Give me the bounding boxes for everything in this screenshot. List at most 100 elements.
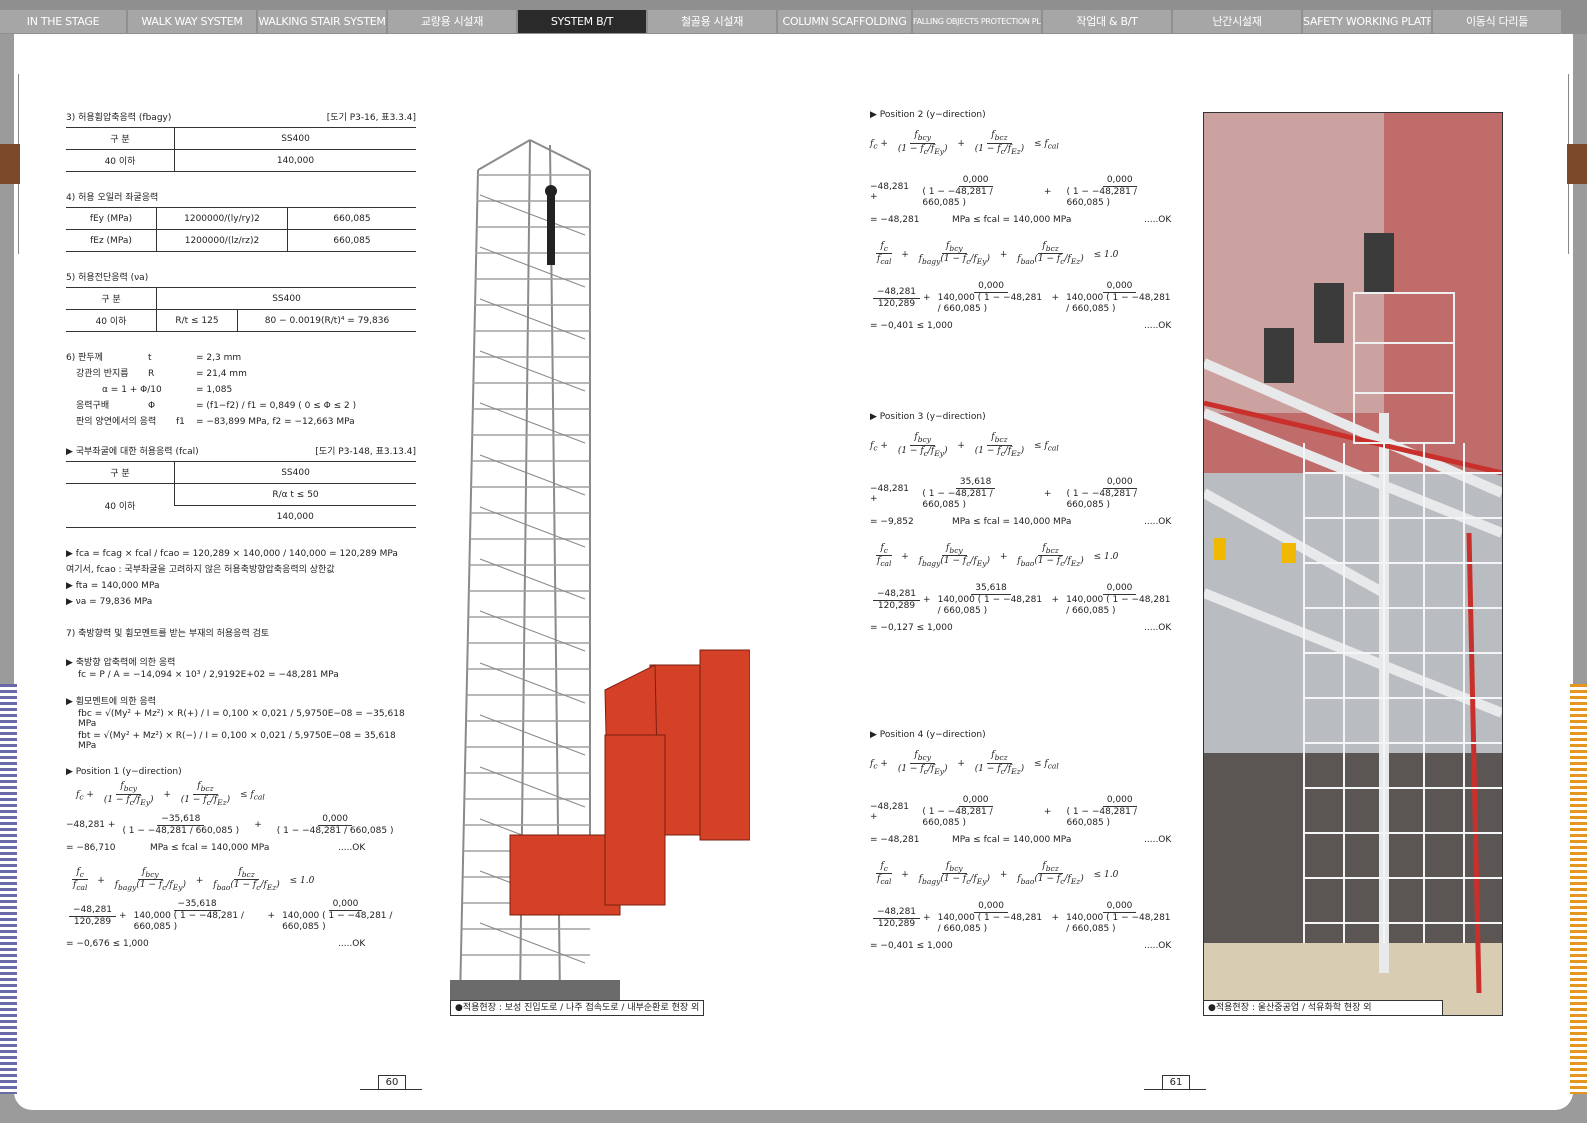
numerator: −35,618 [173, 899, 221, 912]
numerator: 0,000 [1102, 477, 1137, 489]
result-value: = −0,401 ≤ 1,000 [870, 941, 953, 952]
table-cell: 660,085 [287, 207, 416, 230]
result-value: = −48,281 [870, 834, 920, 845]
ok-label: .....OK [1144, 214, 1172, 225]
photo-building-scaffold [1203, 112, 1503, 1016]
table-cell: fEy (MPa) [66, 207, 157, 230]
check1-line: −48,281 + 35,618( 1 − −48,281 / 660,085 … [870, 476, 1137, 510]
table-cell: 40 이하 [66, 309, 157, 332]
table-cell: R/α t ≤ 50 [174, 483, 416, 506]
table-reference: [도기 P3-16, 표3.3.4] [326, 113, 416, 123]
table-local-buckling: 구 분 SS400 40 이하 R/α t ≤ 50 140,000 [66, 461, 416, 528]
table-cell: 구 분 [66, 287, 157, 310]
tab-11[interactable]: 이동식 다리들 [1433, 10, 1561, 33]
check1-line: −48,281 + 0,000( 1 − −48,281 / 660,085 )… [870, 794, 1137, 828]
tab-4[interactable]: SYSTEM B/T [518, 10, 646, 33]
result-value: = −0,676 ≤ 1,000 [66, 939, 149, 950]
check2-line: −48,281 120,289 + 35,618 140,000 ( 1 − −48,… [870, 583, 1180, 617]
note-line: 여기서, fcao : 국부좌굴을 고려하지 않은 허용축방향압축응력의 상한값 [66, 565, 335, 575]
numerator: 0,000 [1102, 175, 1137, 187]
check2-result: = −0,127 ≤ 1,000 .....OK [870, 623, 1180, 633]
check2-line: −48,281 120,289 + −35,618 140,000 ( 1 − −48… [66, 899, 416, 933]
ok-label: .....OK [1144, 834, 1172, 845]
interaction-formula: fc + fbcy (1 − fc/fEy) + fbcz (1 − fc/fEz)… [76, 781, 265, 807]
table-cell: 140,000 [174, 505, 416, 528]
param-symbol: t [148, 353, 152, 363]
param-label: 6) 판두께 [66, 353, 103, 363]
position-title: ▶ Position 4 (y−direction) [870, 730, 986, 740]
fc-inline: −48,281 [1091, 806, 1131, 817]
ok-label: .....OK [1144, 516, 1172, 527]
tab-1[interactable]: WALK WAY SYSTEM [128, 10, 256, 33]
check2-result: = −0,401 ≤ 1,000 .....OK [870, 321, 1180, 331]
table-cell: SS400 [156, 287, 416, 310]
numerator: −48,281 [873, 589, 921, 601]
top-nav: IN THE STAGE WALK WAY SYSTEM WALKING STAIR… [0, 0, 1587, 34]
table-cell: 80 − 0.0019(R/t)⁴ = 79,836 [237, 309, 416, 332]
check1-result: = −48,281 MPa ≤ fcal = 140,000 MPa .....OK [870, 215, 1180, 225]
result-limit: MPa ≤ fcal = 140,000 MPa [952, 516, 1072, 527]
fc-value: −48,281 + [870, 801, 910, 822]
check1-line: −48,281 + −35,618( 1 − −48,281 / 660,085… [66, 813, 394, 836]
param-label: 판의 양연에서의 응력 [76, 417, 157, 427]
page-rule [1144, 1089, 1206, 1090]
caption-right-photo: ●적용현장 : 울산중공업 / 석유화학 현장 외 [1203, 1000, 1443, 1016]
section-title: 3) 허용휨압축응력 (fbagy) [66, 113, 172, 123]
check1-line: −48,281 + 0,000( 1 − −48,281 / 660,085 )… [870, 174, 1137, 208]
fe-inline: 660,085 [1066, 817, 1104, 828]
param-label: 강관의 반지름 [76, 369, 129, 379]
tab-6[interactable]: COLUMN SCAFFOLDING [778, 10, 911, 33]
table-cell: 140,000 [174, 149, 416, 172]
interaction-formula: fc + fbcy (1 − fc/fEy) + fbcz (1 − fc/fEz)… [870, 130, 1059, 156]
tab-0[interactable]: IN THE STAGE [0, 10, 126, 33]
fc-value: −48,281 + [870, 483, 910, 504]
param-symbol: R [148, 369, 155, 379]
table-cell: R/t ≤ 125 [156, 309, 238, 332]
tab-10[interactable]: SAFETY WORKING PLATFORM [1303, 10, 1431, 33]
result-value: = −0,127 ≤ 1,000 [870, 623, 953, 634]
section-title: 5) 허용전단응력 (νa) [66, 273, 149, 283]
denominator-prefix: 140,000 ( 1 − [1066, 293, 1129, 304]
ok-label: .....OK [1144, 941, 1172, 952]
result-value: = −86,710 [66, 842, 116, 853]
fc-inline: −48,281 [947, 806, 987, 817]
param-value: = 21,4 mm [196, 369, 247, 379]
deco-image [0, 144, 20, 184]
tab-5[interactable]: 철골용 시설재 [648, 10, 776, 33]
fe-inline: 660,085 [1066, 499, 1104, 510]
ok-label: .....OK [1144, 321, 1172, 332]
fe-inline: 660,085 [922, 817, 960, 828]
interaction-formula: fc fcal + fbcy fbagy(1 − fc/fEy) + fbcz fba… [72, 866, 315, 893]
table-cell: 구 분 [66, 461, 175, 484]
table-cell: SS400 [174, 461, 416, 484]
denominator: 120,289 [73, 916, 112, 927]
caption-left-photo: ●적용현장 : 보성 진입도로 / 나주 접속도로 / 내부순환로 현장 외 [450, 1000, 705, 1016]
tab-8[interactable]: 작업대 & B/T [1043, 10, 1171, 33]
numerator: 0,000 [1102, 583, 1137, 596]
ok-label: .....OK [338, 842, 366, 853]
position-title: ▶ Position 1 (y−direction) [66, 767, 182, 777]
param-value: = (f1−f2) / f1 = 0,849 ( 0 ≤ Φ ≤ 2 ) [196, 401, 357, 411]
note-line: ▶ fta = 140,000 MPa [66, 581, 160, 591]
subsection-title: ▶ 휨모멘트에 의한 응력 [66, 697, 157, 707]
bending-stress-tens: fbt = √(My² + Mz²) × R(−) / I = 0,100 × … [78, 731, 396, 751]
param-value: = 1,085 [196, 385, 233, 395]
tab-3[interactable]: 교량용 시설재 [388, 10, 516, 33]
table-euler: fEy (MPa) 1200000/(ly/ry)2 660,085 fEz (MP… [66, 207, 416, 252]
interaction-formula: fc + fbcy (1 − fc/fEy) + fbcz (1 − fc/fEz)… [870, 750, 1059, 776]
position-block-2: ▶ Position 2 (y−direction) fc + fbcy (1 −… [870, 110, 1180, 331]
param-value: = 2,3 mm [196, 353, 242, 363]
param-symbol: f1 [176, 417, 185, 427]
check1-result: = −86,710 MPa ≤ fcal = 140,000 MPa .....OK [66, 843, 416, 853]
fe-inline: 660,085 [1066, 197, 1104, 208]
table-cell: 40 이하 [66, 483, 175, 528]
left-column: 3) 허용휨압축응력 (fbagy) [도기 P3-16, 표3.3.4] 구 분… [66, 110, 416, 949]
table-cell: SS400 [174, 127, 416, 150]
plate-params: 6) 판두께 t = 2,3 mm 강관의 반지름 R = 21,4 mm α = 1 … [66, 350, 416, 430]
scaffold-illustration [450, 139, 750, 1000]
tab-7[interactable]: FALLING OBJECTS PROTECTION PLATFORM [913, 10, 1041, 33]
tab-2[interactable]: WALKING STAIR SYSTEM [258, 10, 386, 33]
fc-inline: −48,281 [947, 488, 987, 499]
result-limit: MPa ≤ fcal = 140,000 MPa [952, 214, 1072, 225]
tab-9[interactable]: 난간시설재 [1173, 10, 1301, 33]
